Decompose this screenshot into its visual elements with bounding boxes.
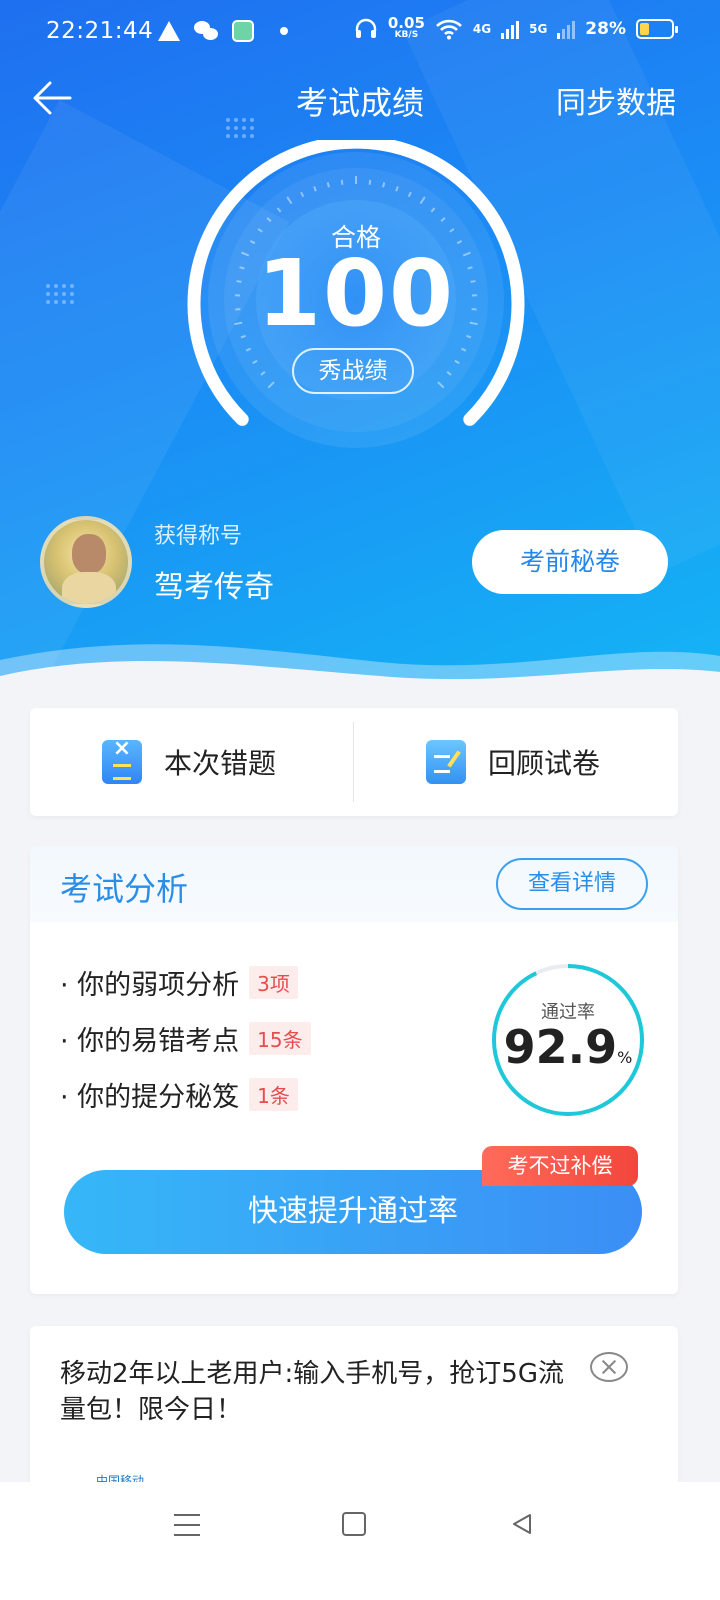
show-results-button[interactable]: 秀战绩 <box>292 348 414 394</box>
analysis-item-label: · 你的易错考点 <box>60 1025 240 1057</box>
honor-label: 获得称号 <box>154 524 243 549</box>
net-speed: 0.05 KB/S <box>387 14 425 41</box>
decor-dots <box>46 284 74 304</box>
avatar[interactable] <box>40 516 132 608</box>
pass-rate-value: 92.9% <box>503 1020 633 1074</box>
home-icon[interactable] <box>342 1512 366 1536</box>
signal-icon <box>501 19 520 39</box>
analysis-item-errors[interactable]: · 你的易错考点 15条 <box>60 1010 311 1066</box>
analysis-title: 考试分析 <box>60 870 189 908</box>
guarantee-badge: 考不过补偿 <box>482 1146 638 1186</box>
analysis-item-tips[interactable]: · 你的提分秘笈 1条 <box>60 1066 311 1122</box>
signal-5g-label: 5G <box>529 21 548 36</box>
close-icon[interactable] <box>590 1352 628 1382</box>
analysis-list: · 你的弱项分析 3项 · 你的易错考点 15条 · 你的提分秘笈 1条 <box>60 954 311 1122</box>
battery-percent: 28% <box>585 18 626 39</box>
count-badge: 15条 <box>249 1021 311 1055</box>
wechat-icon <box>194 21 218 41</box>
review-paper-button[interactable]: 回顾试卷 <box>426 708 600 816</box>
analysis-item-label: · 你的提分秘笈 <box>60 1081 240 1113</box>
quick-actions-card: 本次错题 回顾试卷 <box>30 708 678 816</box>
analysis-item-label: · 你的弱项分析 <box>60 969 240 1001</box>
count-badge: 1条 <box>249 1077 298 1111</box>
exam-analysis-card: 考试分析 查看详情 · 你的弱项分析 3项 · 你的易错考点 15条 · 你的提… <box>30 846 678 1294</box>
wifi-icon <box>435 19 462 39</box>
pass-rate-display: 通过率 92.9% <box>490 962 646 1118</box>
status-time: 22:21:44 <box>46 18 154 44</box>
review-paper-label: 回顾试卷 <box>488 747 601 780</box>
back-triangle-icon[interactable] <box>510 1512 534 1536</box>
score-value: 100 <box>256 240 456 347</box>
analysis-header: 考试分析 查看详情 <box>30 846 678 922</box>
signal-4g-label: 4G <box>472 21 492 36</box>
signal-icon <box>557 19 576 39</box>
wrong-questions-icon <box>102 736 142 784</box>
menu-icon[interactable] <box>174 1514 200 1536</box>
ad-text: 移动2年以上老用户:输入手机号，抢订5G流量包！限今日！ <box>60 1359 564 1425</box>
system-navigation-bar <box>0 1482 720 1600</box>
hero-wave <box>0 644 720 710</box>
secret-paper-button[interactable]: 考前秘卷 <box>472 530 668 594</box>
honor-title: 驾考传奇 <box>154 570 274 605</box>
top-navbar: 考试成绩 同步数据 <box>0 64 720 130</box>
review-paper-icon <box>426 740 466 784</box>
wrong-questions-label: 本次错题 <box>164 747 277 780</box>
analysis-item-weak[interactable]: · 你的弱项分析 3项 <box>60 954 311 1010</box>
warning-icon <box>158 21 180 41</box>
dot-icon <box>280 27 288 35</box>
ad-card[interactable]: 移动2年以上老用户:输入手机号，抢订5G流量包！限今日！ 中国移动 <box>30 1326 678 1488</box>
score-display: 合格 100 秀战绩 <box>186 140 526 480</box>
view-details-button[interactable]: 查看详情 <box>496 858 648 910</box>
count-badge: 3项 <box>249 965 298 999</box>
app-icon <box>232 20 254 42</box>
wrong-questions-button[interactable]: 本次错题 <box>102 708 276 816</box>
battery-icon <box>636 18 678 39</box>
status-bar: 22:21:44 0.05 KB/S 4G 5G 28% <box>0 0 720 64</box>
headset-icon <box>355 18 377 38</box>
sync-data-button[interactable]: 同步数据 <box>556 78 676 122</box>
divider <box>353 722 354 802</box>
